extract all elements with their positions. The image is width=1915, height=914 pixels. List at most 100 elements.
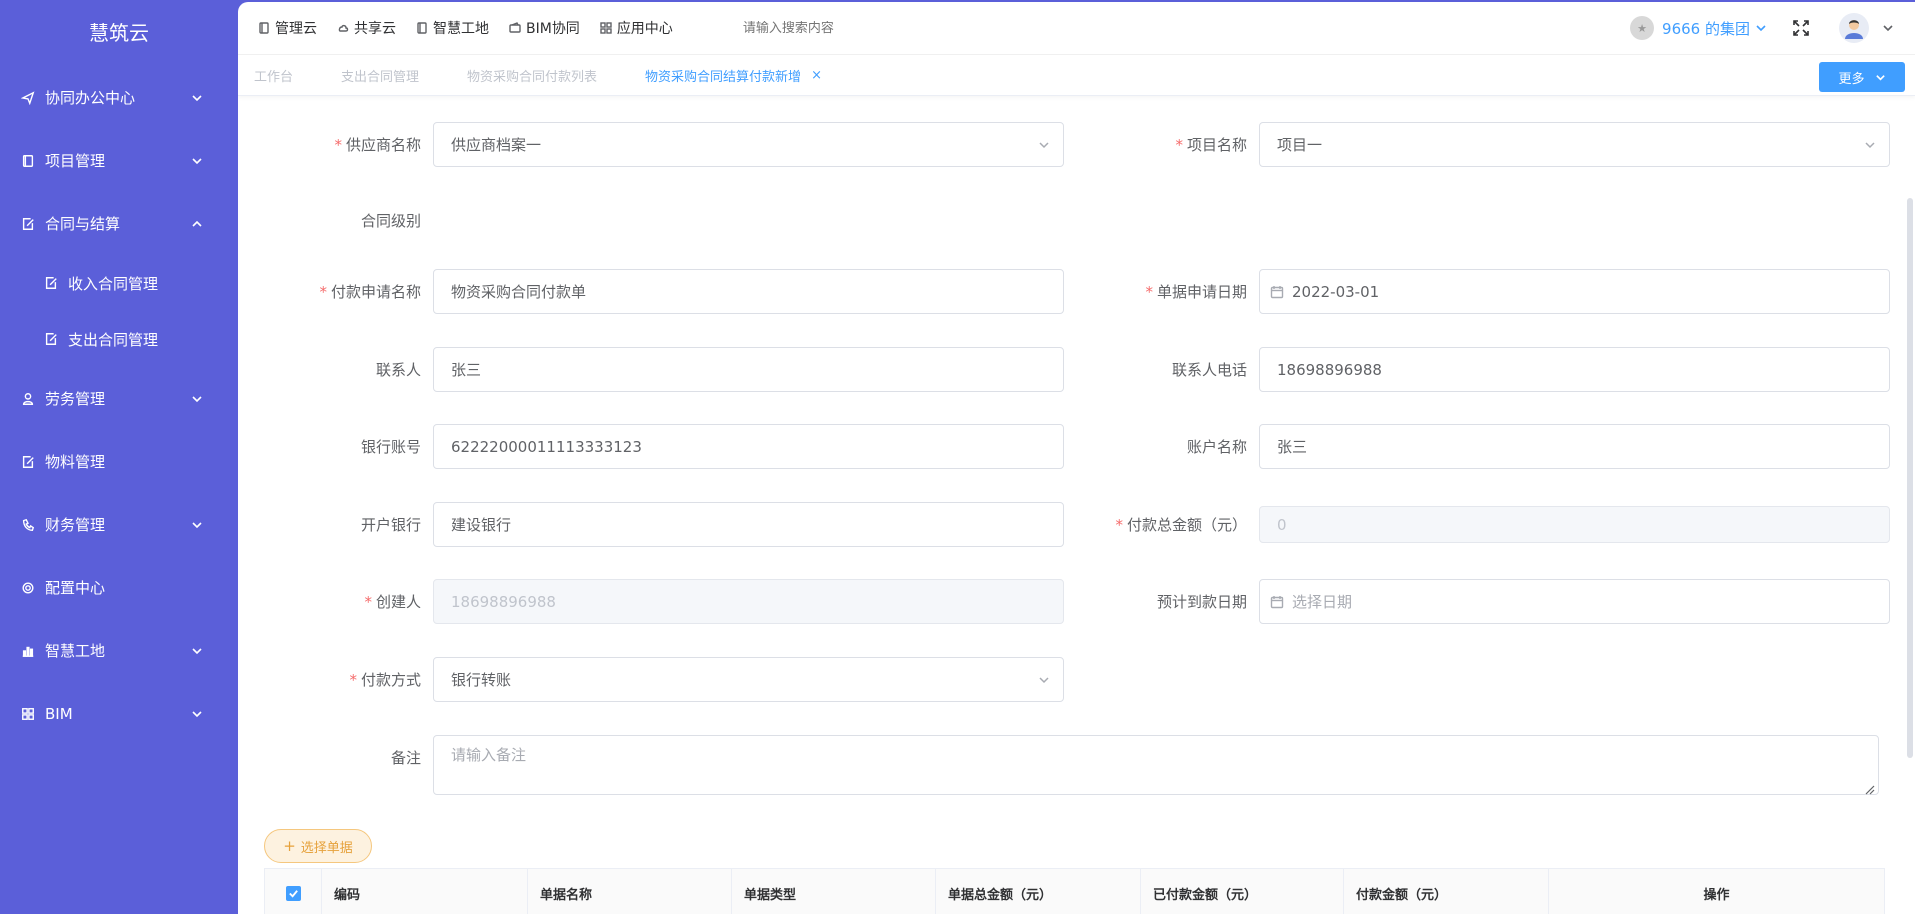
- total-amount-input: 0: [1259, 506, 1890, 543]
- chevron-down-icon: [190, 518, 204, 532]
- select-docs-label: 选择单据: [300, 840, 353, 856]
- select-docs-button[interactable]: + 选择单据: [264, 829, 372, 863]
- search-input[interactable]: [742, 20, 1043, 36]
- sidebar-item-label: 项目管理: [45, 152, 106, 170]
- top-link-bim[interactable]: BIM协同: [509, 18, 580, 38]
- edit-icon: [20, 454, 36, 470]
- form-row-contact-phone: 联系人电话 18698896988: [1064, 347, 1890, 392]
- form-row-supplier: * 供应商名称 供应商档案一: [238, 122, 1064, 167]
- supplier-label: * 供应商名称: [334, 136, 421, 154]
- bank-account-input[interactable]: 62222000011113333123: [433, 424, 1064, 469]
- sidebar-item-material[interactable]: 物料管理: [0, 430, 238, 493]
- main-panel: 管理云 共享云 智慧工地 BIM协同 应用中心 ★ 9666 的集团: [238, 2, 1915, 914]
- sidebar-item-label: BIM: [45, 704, 73, 723]
- expected-date-placeholder: 选择日期: [1292, 593, 1353, 611]
- supplier-select[interactable]: 供应商档案一: [433, 122, 1064, 167]
- sidebar-item-contract[interactable]: 合同与结算: [0, 192, 238, 255]
- expected-date-picker[interactable]: 选择日期: [1259, 579, 1890, 624]
- doc-icon: [259, 22, 269, 34]
- sidebar-item-finance[interactable]: 财务管理: [0, 493, 238, 556]
- top-link-management-cloud[interactable]: 管理云: [258, 18, 317, 38]
- chevron-down-icon[interactable]: [1881, 21, 1895, 35]
- tab-workbench[interactable]: 工作台: [254, 66, 293, 85]
- grid-icon: [20, 706, 36, 722]
- close-icon[interactable]: ×: [811, 68, 822, 83]
- sidebar-item-smart-site[interactable]: 智慧工地: [0, 619, 238, 682]
- sidebar-item-config[interactable]: 配置中心: [0, 556, 238, 619]
- form-row-expected-date: 预计到款日期 选择日期: [1064, 579, 1890, 624]
- form-row-bank-account: 银行账号 62222000011113333123: [238, 424, 1064, 469]
- sidebar-item-project[interactable]: 项目管理: [0, 129, 238, 192]
- chevron-down-icon: [190, 392, 204, 406]
- chevron-down-icon: [1037, 138, 1051, 152]
- edit-icon: [20, 216, 36, 232]
- sidebar-item-collab-office[interactable]: 协同办公中心: [0, 66, 238, 129]
- column-header: 编码: [322, 869, 528, 914]
- payment-method-value: 银行转账: [451, 671, 512, 689]
- chevron-down-icon: [190, 91, 204, 105]
- column-header: 单据总金额（元）: [936, 869, 1141, 914]
- chevron-down-icon: [190, 154, 204, 168]
- tab-purchase-payment-list[interactable]: 物资采购合同付款列表: [467, 66, 597, 85]
- form-row-payment-name: * 付款申请名称 物资采购合同付款单: [238, 269, 1064, 314]
- contact-input[interactable]: 张三: [433, 347, 1064, 392]
- org-logo: ★: [1630, 16, 1655, 40]
- payment-name-input[interactable]: 物资采购合同付款单: [433, 269, 1064, 314]
- sidebar-item-label: 劳务管理: [45, 390, 106, 408]
- top-link-smart-site[interactable]: 智慧工地: [416, 18, 489, 38]
- avatar[interactable]: [1839, 13, 1869, 43]
- payment-method-select[interactable]: 银行转账: [433, 657, 1064, 702]
- cloud-icon: [338, 24, 349, 32]
- bank-account-value: 62222000011113333123: [451, 437, 642, 456]
- top-right: ★ 9666 的集团: [1630, 13, 1895, 43]
- select-all-checkbox[interactable]: [285, 885, 301, 901]
- payment-name-label: * 付款申请名称: [319, 283, 421, 301]
- edit-icon: [43, 275, 59, 291]
- form-row-total-amount: * 付款总金额（元） 0: [1064, 506, 1890, 543]
- creator-input: 18698896988: [433, 579, 1064, 624]
- top-link-share-cloud[interactable]: 共享云: [337, 18, 396, 38]
- apply-date-picker[interactable]: 2022-03-01: [1259, 269, 1890, 314]
- top-link-label: 管理云: [275, 21, 317, 37]
- chevron-down-icon: [190, 644, 204, 658]
- grid-icon: [600, 22, 612, 34]
- top-link-app-center[interactable]: 应用中心: [600, 18, 673, 38]
- account-name-value: 张三: [1277, 438, 1308, 456]
- sidebar-item-labor[interactable]: 劳务管理: [0, 367, 238, 430]
- more-button[interactable]: 更多: [1819, 62, 1905, 92]
- book-icon: [20, 153, 36, 169]
- contact-phone-value: 18698896988: [1277, 360, 1382, 379]
- contact-phone-input[interactable]: 18698896988: [1259, 347, 1890, 392]
- sidebar-subitem-expense-contract[interactable]: 支出合同管理: [0, 311, 238, 367]
- contract-level-label: 合同级别: [360, 211, 421, 230]
- fullscreen-icon[interactable]: [1791, 18, 1811, 38]
- contact-value: 张三: [451, 361, 482, 379]
- sidebar: 慧筑云 协同办公中心 项目管理 合同与结算 收入合同管理 支出合同管理 劳务管理…: [0, 0, 238, 914]
- bank-input[interactable]: 建设银行: [433, 502, 1064, 547]
- remark-textarea[interactable]: 请输入备注: [433, 735, 1879, 795]
- gear-icon: [20, 580, 36, 596]
- sidebar-item-bim[interactable]: BIM: [0, 682, 238, 745]
- resize-handle-icon[interactable]: [1865, 781, 1875, 795]
- chevron-down-icon: [1863, 138, 1877, 152]
- form-row-contact: 联系人 张三: [238, 347, 1064, 392]
- account-name-input[interactable]: 张三: [1259, 424, 1890, 469]
- org-switcher[interactable]: 9666 的集团: [1662, 18, 1767, 39]
- form-row-payment-method: * 付款方式 银行转账: [238, 657, 1064, 702]
- sidebar-item-label: 协同办公中心: [45, 89, 136, 107]
- form-row-creator: * 创建人 18698896988: [238, 579, 1064, 624]
- tab-purchase-payment-new[interactable]: 物资采购合同结算付款新增 ×: [645, 66, 822, 85]
- bank-label: 开户银行: [360, 516, 421, 534]
- bar-chart-icon: [20, 643, 36, 659]
- project-select[interactable]: 项目一: [1259, 122, 1890, 167]
- docs-table-header: 编码 单据名称 单据类型 单据总金额（元） 已付款金额（元） 付款金额（元） 操…: [264, 868, 1885, 914]
- tab-label: 工作台: [254, 69, 294, 85]
- send-icon: [20, 90, 36, 106]
- calendar-icon: [1270, 595, 1284, 609]
- calendar-icon: [1270, 285, 1284, 299]
- tab-expense-contract[interactable]: 支出合同管理: [341, 66, 419, 85]
- sidebar-subitem-income-contract[interactable]: 收入合同管理: [0, 255, 238, 311]
- more-button-label: 更多: [1838, 71, 1865, 87]
- vertical-scrollbar[interactable]: [1907, 198, 1913, 758]
- bank-value: 建设银行: [451, 516, 512, 534]
